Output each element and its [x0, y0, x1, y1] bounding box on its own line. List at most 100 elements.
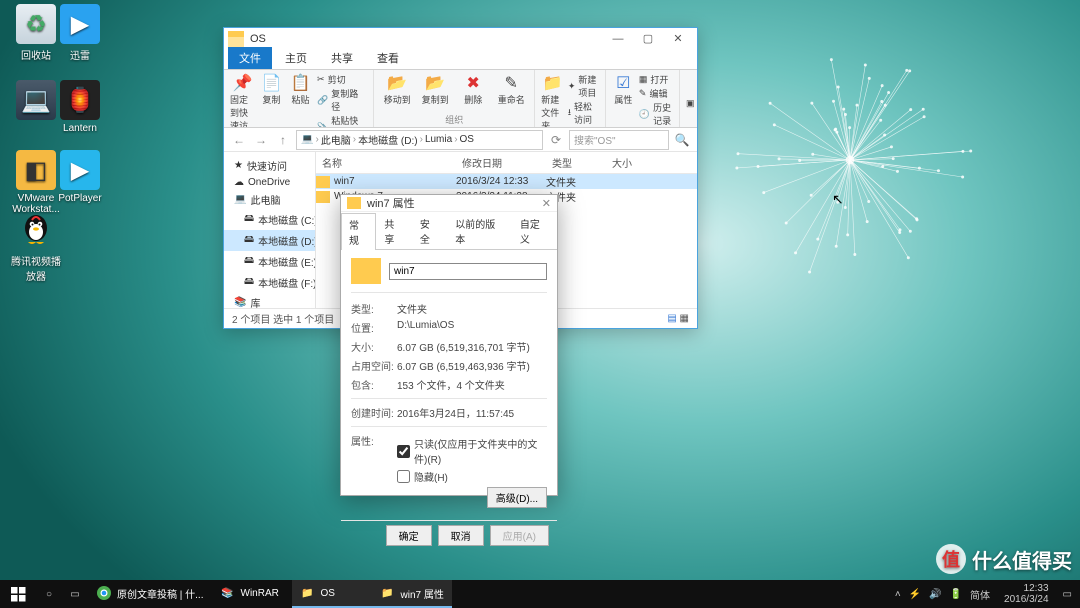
tray-up-icon[interactable]: ˄ [895, 589, 901, 600]
dialog-titlebar[interactable]: win7 属性 ✕ [341, 195, 557, 212]
mouse-cursor: ↖ [832, 191, 844, 208]
view-icons-icon[interactable]: ▦ [680, 313, 689, 324]
windows-icon [11, 587, 26, 602]
edit-button[interactable]: ✎ 编辑 [639, 87, 673, 100]
window-title: OS [250, 33, 603, 45]
properties-button[interactable]: ☑属性 [612, 73, 635, 127]
pc-icon: 💻 [301, 134, 313, 145]
search-input[interactable]: 搜索"OS" [569, 130, 669, 150]
taskbar-item-props[interactable]: 📁win7 属性 [372, 580, 452, 608]
nav-forward[interactable]: → [252, 131, 270, 149]
tab-general[interactable]: 常规 [341, 213, 376, 250]
advanced-button[interactable]: 高级(D)... [487, 487, 547, 508]
moveto-button[interactable]: 📂移动到 [380, 73, 414, 106]
tab-home[interactable]: 主页 [274, 47, 318, 69]
label: 腾讯视频播放器 [11, 257, 61, 283]
nav-quickaccess[interactable]: ★ 快速访问 [224, 156, 315, 175]
label: 迅雷 [70, 51, 90, 62]
folder-icon [347, 197, 361, 209]
action-center-icon[interactable]: ▭ [1063, 589, 1072, 600]
nav-up[interactable]: ↑ [274, 131, 292, 149]
tab-security[interactable]: 安全 [412, 212, 447, 249]
copyto-icon: 📂 [425, 73, 445, 93]
maximize-button[interactable]: ▢ [633, 29, 663, 49]
breadcrumb[interactable]: 💻› 此电脑› 本地磁盘 (D:)› Lumia› OS [296, 130, 543, 150]
properties-dialog: win7 属性 ✕ 常规 共享 安全 以前的版本 自定义 类型:文件夹 位置:D… [340, 194, 558, 496]
tab-file[interactable]: 文件 [228, 47, 272, 69]
paste-shortcut-button[interactable]: 📎 粘贴快捷方式 [317, 114, 367, 128]
lantern-icon: 🏮 [60, 80, 100, 120]
watermark-icon: 值 [936, 544, 966, 574]
vmware-icon: ◧ [16, 150, 56, 190]
nav-pane: ★ 快速访问 ☁ OneDrive 💻 此电脑 🖴 本地磁盘 (C:) 🖴 本地… [224, 152, 316, 308]
history-button[interactable]: 🕘 历史记录 [639, 101, 673, 127]
watermark-text: 什么值得买 [972, 545, 1072, 574]
delete-button[interactable]: ✖删除 [456, 73, 490, 106]
selectall-button[interactable]: ▣ 全部选择 [686, 77, 697, 128]
easyaccess-button[interactable]: ⭳ 轻松访问 [568, 100, 599, 126]
nav-disk-c[interactable]: 🖴 本地磁盘 (C:) [224, 209, 315, 230]
taskbar-item-chrome[interactable]: 原创文章投稿 | 什... [88, 580, 212, 608]
copyto-button[interactable]: 📂复制到 [418, 73, 452, 106]
clock[interactable]: 12:33 2016/3/24 [998, 583, 1055, 605]
apply-button[interactable]: 应用(A) [490, 525, 549, 546]
close-button[interactable]: ✕ [542, 197, 551, 210]
ime-indicator[interactable]: 简体 [970, 587, 990, 602]
newfolder-button[interactable]: 📁新建文件夹 [541, 73, 564, 128]
view-details-icon[interactable]: ▤ [667, 313, 676, 324]
ok-button[interactable]: 确定 [386, 525, 432, 546]
taskview-button[interactable]: ▭ [66, 585, 84, 603]
address-bar: ← → ↑ 💻› 此电脑› 本地磁盘 (D:)› Lumia› OS ⟳ 搜索"… [224, 128, 697, 152]
nav-libraries[interactable]: 📚 库 [224, 293, 315, 308]
copypath-button[interactable]: 🔗 复制路径 [317, 87, 367, 113]
taskbar-item-winrar[interactable]: 📚WinRAR [212, 580, 292, 608]
desktop-icon-xunlei[interactable]: ▶ 迅雷 [52, 4, 108, 62]
column-headers[interactable]: 名称 修改日期 类型 大小 [316, 152, 697, 174]
nav-back[interactable]: ← [230, 131, 248, 149]
taskbar-item-os[interactable]: 📁OS [292, 580, 372, 608]
network-icon[interactable]: ⚡ [909, 589, 921, 600]
desktop-icon-lantern[interactable]: 🏮 Lantern [52, 80, 108, 134]
search-icon: 🔍 [673, 131, 691, 149]
folder-icon [316, 191, 330, 203]
readonly-checkbox[interactable]: 只读(仅应用于文件夹中的文件)(R) [397, 436, 547, 466]
rename-button[interactable]: ✎重命名 [494, 73, 528, 106]
nav-disk-d[interactable]: 🖴 本地磁盘 (D:) [224, 230, 315, 251]
volume-icon[interactable]: 🔊 [929, 589, 941, 600]
nav-onedrive[interactable]: ☁ OneDrive [224, 175, 315, 190]
start-button[interactable] [0, 580, 36, 608]
label: Lantern [63, 123, 97, 134]
xunlei-icon: ▶ [60, 4, 100, 44]
minimize-button[interactable]: — [603, 29, 633, 49]
cut-button[interactable]: ✂ 剪切 [317, 73, 367, 86]
refresh-button[interactable]: ⟳ [547, 131, 565, 149]
copy-button[interactable]: 📄复制 [259, 73, 284, 128]
cancel-button[interactable]: 取消 [438, 525, 484, 546]
nav-thispc[interactable]: 💻 此电脑 [224, 190, 315, 209]
tab-share[interactable]: 共享 [376, 212, 411, 249]
system-tray[interactable]: ˄ ⚡ 🔊 🔋 简体 12:33 2016/3/24 ▭ [887, 583, 1080, 605]
battery-icon[interactable]: 🔋 [950, 589, 962, 600]
newitem-button[interactable]: ✦ 新建项目 [568, 73, 599, 99]
folder-name-input[interactable] [389, 263, 547, 280]
taskbar-search[interactable]: ○ [40, 585, 58, 603]
nav-disk-e[interactable]: 🖴 本地磁盘 (E:) [224, 251, 315, 272]
recycle-bin-icon: ♻ [16, 4, 56, 44]
file-row[interactable]: win7 2016/3/24 12:33 文件夹 [316, 174, 697, 189]
tab-customize[interactable]: 自定义 [512, 212, 557, 249]
close-button[interactable]: ✕ [663, 29, 693, 49]
copy-icon: 📄 [262, 73, 282, 93]
open-button[interactable]: ▦ 打开 [639, 73, 673, 86]
tab-view[interactable]: 查看 [366, 47, 410, 69]
nav-disk-f[interactable]: 🖴 本地磁盘 (F:) [224, 272, 315, 293]
folder-icon: 📁 [300, 585, 316, 601]
desktop-icon-qq[interactable]: 腾讯视频播放器 [8, 210, 64, 283]
desktop-icon-potplayer[interactable]: ▶PotPlayer [52, 150, 108, 204]
folder-icon [316, 176, 330, 188]
hidden-checkbox[interactable]: 隐藏(H) [397, 469, 547, 484]
pin-button[interactable]: 📌固定到快速访问 [230, 73, 255, 128]
laptop-icon: 💻 [16, 80, 56, 120]
tab-share[interactable]: 共享 [320, 47, 364, 69]
paste-button[interactable]: 📋粘贴 [288, 73, 313, 128]
tab-previous-versions[interactable]: 以前的版本 [447, 212, 512, 249]
